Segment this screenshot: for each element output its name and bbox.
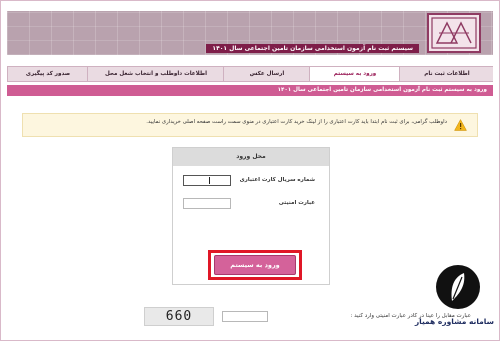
page-heading-band: ورود به سیستم ثبت نام آزمون استخدامی ساز… [7, 85, 493, 96]
warning-icon [454, 119, 467, 131]
warning-notice: داوطلب گرامی، برای ثبت نام ابتدا باید کا… [22, 113, 478, 137]
watermark-text: سامانه مشاوره همیار [414, 317, 494, 326]
tab-applicant-info[interactable]: اطلاعات داوطلب و انتخاب شغل محل [87, 67, 224, 81]
text-cursor [209, 177, 210, 184]
logo-emblem-icon [431, 17, 477, 49]
organization-logo [427, 13, 481, 53]
security-phrase-label: عبارت امنیتی [278, 200, 315, 206]
header-title: سیستم ثبت نام آزمون استخدامی سازمان تامی… [206, 44, 419, 53]
nav-tabs: صدور کد پیگیری اطلاعات داوطلب و انتخاب ش… [7, 66, 493, 82]
tab-upload-photo[interactable]: ارسال عکس [223, 67, 310, 81]
serial-number-label: شماره سریال کارت اعتباری [239, 177, 315, 183]
site-header: سیستم ثبت نام آزمون استخدامی سازمان تامی… [7, 11, 493, 55]
tab-login[interactable]: ورود به سیستم [309, 67, 400, 81]
tab-tracking-code[interactable]: صدور کد پیگیری [7, 67, 88, 81]
login-panel-title: محل ورود [173, 148, 329, 166]
notice-text: داوطلب گرامی، برای ثبت نام ابتدا باید کا… [146, 119, 447, 125]
serial-number-input[interactable] [183, 175, 231, 186]
captcha-box [222, 311, 268, 322]
serial-number-wrapper [183, 175, 231, 186]
captcha-image: 660 [144, 307, 214, 326]
watermark-logo-icon [436, 265, 480, 309]
security-phrase-input[interactable] [183, 198, 231, 209]
tab-registration-info[interactable]: اطلاعات ثبت نام [399, 67, 494, 81]
login-button[interactable]: ورود به سیستم [214, 255, 296, 275]
feather-icon [451, 273, 465, 301]
